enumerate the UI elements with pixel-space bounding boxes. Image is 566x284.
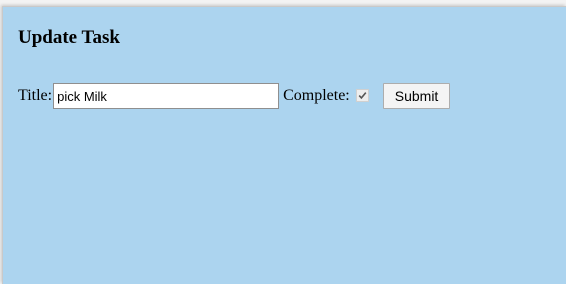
complete-label: Complete: (283, 87, 350, 104)
title-label: Title: (18, 87, 53, 104)
complete-checkbox[interactable] (355, 88, 369, 102)
task-panel: Update Task Title: Complete: Submit (2, 6, 566, 284)
title-input[interactable] (53, 83, 280, 109)
update-task-form: Title: Complete: Submit (18, 83, 451, 109)
page-title: Update Task (18, 27, 120, 48)
submit-button[interactable]: Submit (382, 83, 451, 109)
checkmark-icon (358, 91, 367, 99)
